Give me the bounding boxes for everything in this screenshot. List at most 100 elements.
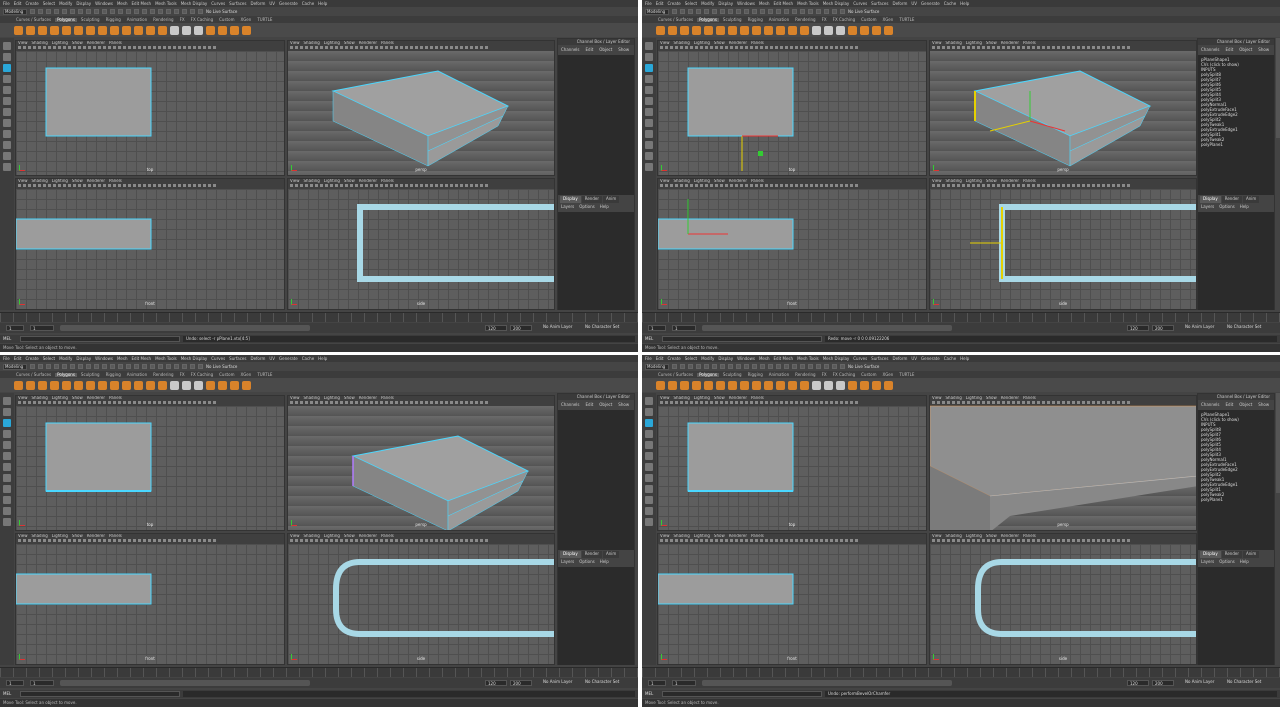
status-toggle-icon[interactable]: [704, 9, 709, 14]
shelf-tool-icon[interactable]: [692, 25, 701, 35]
current-frame-field[interactable]: 1: [30, 325, 54, 331]
status-toggle-icon[interactable]: [110, 364, 115, 369]
shelf-tool-icon[interactable]: [836, 25, 845, 35]
menu-modify[interactable]: Modify: [59, 356, 72, 361]
shelf-tool-icon[interactable]: [872, 25, 881, 35]
status-toggle-icon[interactable]: [150, 364, 155, 369]
menu-display[interactable]: Display: [76, 356, 91, 361]
menu-deform[interactable]: Deform: [892, 356, 907, 361]
shelf-tool-icon[interactable]: [752, 25, 761, 35]
menu-mesh-tools[interactable]: Mesh Tools: [797, 356, 819, 361]
shelf-tab[interactable]: TURTLE: [897, 372, 916, 377]
status-toggle-icon[interactable]: [792, 364, 797, 369]
tool-icon[interactable]: [645, 42, 653, 50]
status-toggle-icon[interactable]: [190, 364, 195, 369]
tool-icon[interactable]: [3, 397, 11, 405]
menu-deform[interactable]: Deform: [892, 1, 907, 6]
character-set-dropdown[interactable]: No Character Set: [1227, 680, 1261, 684]
menu-deform[interactable]: Deform: [250, 356, 265, 361]
channel-menu-item[interactable]: Object: [599, 403, 612, 407]
status-toggle-icon[interactable]: [704, 364, 709, 369]
layer-menu-item[interactable]: Layers: [561, 560, 574, 564]
menu-uv[interactable]: UV: [269, 1, 275, 6]
range-slider-bar[interactable]: [60, 680, 310, 686]
layer-menu-item[interactable]: Help: [1240, 205, 1249, 209]
shelf-tool-icon[interactable]: [716, 380, 725, 390]
character-set-dropdown[interactable]: No Character Set: [585, 680, 619, 684]
tool-icon[interactable]: [3, 75, 11, 83]
current-frame-field[interactable]: 1: [30, 680, 54, 686]
mode-dropdown[interactable]: Modeling: [645, 363, 669, 370]
status-toggle-icon[interactable]: [46, 364, 51, 369]
status-toggle-icon[interactable]: [784, 9, 789, 14]
tool-icon[interactable]: [645, 441, 653, 449]
tool-icon[interactable]: [645, 75, 653, 83]
layer-menu-item[interactable]: Options: [1219, 205, 1234, 209]
menu-edit[interactable]: Edit: [14, 1, 22, 6]
shelf-tool-icon[interactable]: [14, 380, 23, 390]
start-frame-field[interactable]: 1: [648, 680, 666, 686]
status-toggle-icon[interactable]: [70, 364, 75, 369]
layer-tab[interactable]: Display: [560, 196, 581, 203]
menu-windows[interactable]: Windows: [95, 356, 113, 361]
anim-end-field[interactable]: 200: [1152, 680, 1174, 686]
layer-tab[interactable]: Anim: [603, 551, 620, 558]
shelf-tab[interactable]: Rendering: [151, 372, 175, 377]
viewport-persp[interactable]: View Shading Lighting Show Renderer Panels per…: [929, 40, 1197, 176]
status-toggle-icon[interactable]: [832, 364, 837, 369]
viewport-persp[interactable]: View Shading Lighting Show Renderer Panels per…: [287, 395, 555, 531]
shelf-tab[interactable]: FX Caching: [831, 372, 857, 377]
status-toggle-icon[interactable]: [720, 9, 725, 14]
menu-mesh-tools[interactable]: Mesh Tools: [797, 1, 819, 6]
shelf-tool-icon[interactable]: [98, 380, 107, 390]
tool-icon[interactable]: [3, 86, 11, 94]
channel-menu-item[interactable]: Show: [1258, 403, 1269, 407]
status-toggle-icon[interactable]: [744, 364, 749, 369]
shelf-tab[interactable]: Rendering: [151, 17, 175, 22]
status-toggle-icon[interactable]: [752, 364, 757, 369]
status-toggle-icon[interactable]: [30, 9, 35, 14]
status-toggle-icon[interactable]: [760, 9, 765, 14]
shelf-tool-icon[interactable]: [230, 380, 239, 390]
menu-surfaces[interactable]: Surfaces: [871, 356, 888, 361]
menu-mesh[interactable]: Mesh: [117, 356, 128, 361]
status-toggle-icon[interactable]: [776, 364, 781, 369]
shelf-tool-icon[interactable]: [50, 380, 59, 390]
shelf-tab[interactable]: Rigging: [746, 17, 765, 22]
shelf-tool-icon[interactable]: [218, 380, 227, 390]
shelf-tool-icon[interactable]: [656, 380, 665, 390]
status-toggle-icon[interactable]: [712, 364, 717, 369]
shelf-tab[interactable]: Animation: [125, 372, 149, 377]
viewport-side[interactable]: View Shading Lighting Show Renderer Panels sid…: [287, 533, 555, 665]
menu-curves[interactable]: Curves: [211, 1, 225, 6]
shelf-tool-icon[interactable]: [800, 25, 809, 35]
status-toggle-icon[interactable]: [182, 364, 187, 369]
menu-edit[interactable]: Edit: [656, 1, 664, 6]
menu-surfaces[interactable]: Surfaces: [229, 356, 246, 361]
layer-menu-item[interactable]: Help: [600, 560, 609, 564]
status-toggle-icon[interactable]: [46, 9, 51, 14]
status-toggle-icon[interactable]: [78, 364, 83, 369]
anim-end-field[interactable]: 200: [510, 680, 532, 686]
shelf-tool-icon[interactable]: [110, 25, 119, 35]
status-toggle-icon[interactable]: [158, 9, 163, 14]
status-toggle-icon[interactable]: [102, 9, 107, 14]
viewport-top[interactable]: View Shading Lighting Show Renderer Panels top: [657, 395, 927, 531]
shelf-tool-icon[interactable]: [170, 25, 179, 35]
shelf-tool-icon[interactable]: [206, 380, 215, 390]
end-frame-field[interactable]: 120: [485, 680, 507, 686]
viewport-front[interactable]: View Shading Lighting Show Renderer Panels fro…: [15, 178, 285, 310]
command-input[interactable]: [20, 336, 180, 342]
shelf-tab[interactable]: Rigging: [746, 372, 765, 377]
status-toggle-icon[interactable]: [760, 364, 765, 369]
layer-menu-item[interactable]: Help: [600, 205, 609, 209]
status-toggle-icon[interactable]: [680, 9, 685, 14]
tool-icon[interactable]: [3, 518, 11, 526]
shelf-tool-icon[interactable]: [668, 380, 677, 390]
layer-menu-item[interactable]: Layers: [1201, 205, 1214, 209]
status-toggle-icon[interactable]: [134, 364, 139, 369]
menu-create[interactable]: Create: [25, 1, 38, 6]
status-toggle-icon[interactable]: [86, 9, 91, 14]
shelf-tool-icon[interactable]: [146, 25, 155, 35]
tool-icon[interactable]: [645, 53, 653, 61]
